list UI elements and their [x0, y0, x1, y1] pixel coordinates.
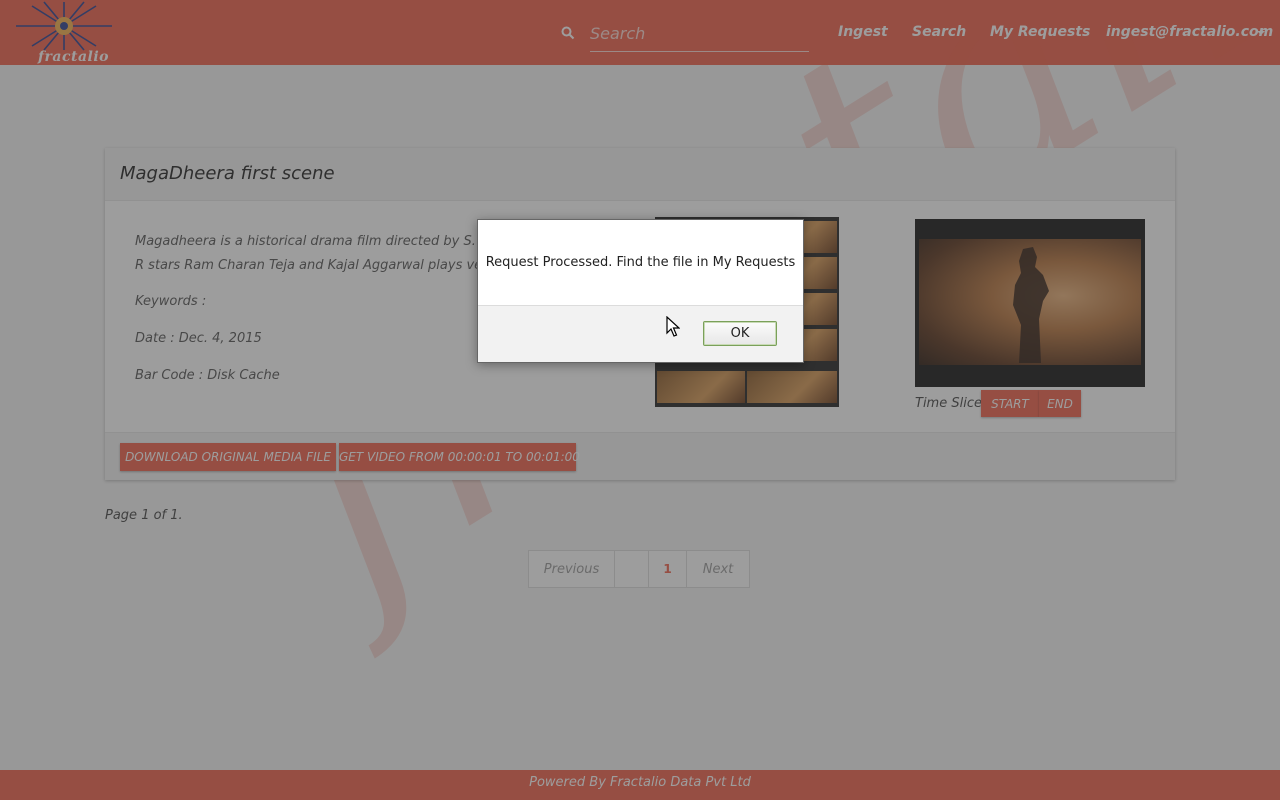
dialog-message: Request Processed. Find the file in My R… [485, 255, 796, 270]
alert-dialog: Request Processed. Find the file in My R… [477, 219, 804, 363]
dialog-footer: OK [478, 305, 803, 362]
mouse-cursor-icon [666, 316, 680, 337]
modal-overlay[interactable] [0, 0, 1280, 800]
ok-button[interactable]: OK [703, 321, 777, 346]
